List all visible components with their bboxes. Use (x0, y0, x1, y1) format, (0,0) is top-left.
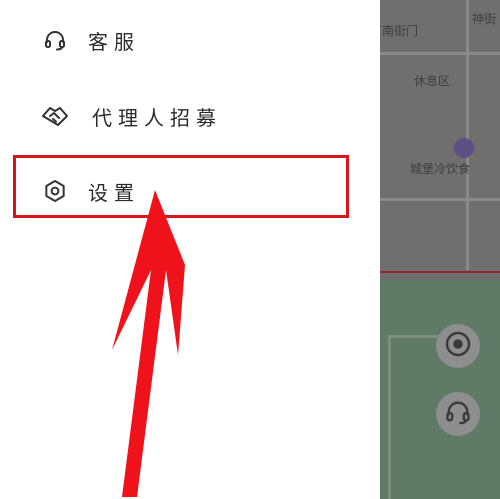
map-road (380, 52, 500, 55)
settings-highlight-box (13, 155, 349, 218)
handshake-icon (40, 101, 70, 131)
headset-icon (444, 398, 472, 430)
customer-service-button[interactable] (436, 392, 480, 436)
menu-item-label: 代理人招募 (92, 105, 222, 130)
map-path (388, 335, 391, 499)
map-path (388, 335, 443, 338)
target-icon (443, 329, 473, 363)
map-road (466, 0, 469, 270)
map-label: 休息区 (414, 74, 451, 88)
red-arrow-annotation (112, 190, 185, 497)
map-label: 城堡冷饮食 (410, 162, 471, 176)
map-park-area (380, 280, 500, 499)
map-label: 神街 (472, 12, 497, 26)
map-route-line (380, 271, 500, 273)
shop-pin-icon[interactable] (454, 138, 474, 158)
menu-item-label: 客服 (88, 29, 140, 54)
menu-item-agent-recruitment[interactable]: 代理人招募 (0, 86, 380, 146)
map-overlay[interactable]: 南街门 神街 休息区 城堡冷饮食 (380, 0, 500, 499)
headset-icon (40, 25, 70, 55)
side-drawer: 客服 代理人招募 设置 (0, 0, 380, 499)
map-road (380, 198, 500, 201)
locate-button[interactable] (436, 324, 480, 368)
map-label: 南街门 (382, 24, 419, 38)
menu-item-customer-service[interactable]: 客服 (0, 10, 380, 70)
